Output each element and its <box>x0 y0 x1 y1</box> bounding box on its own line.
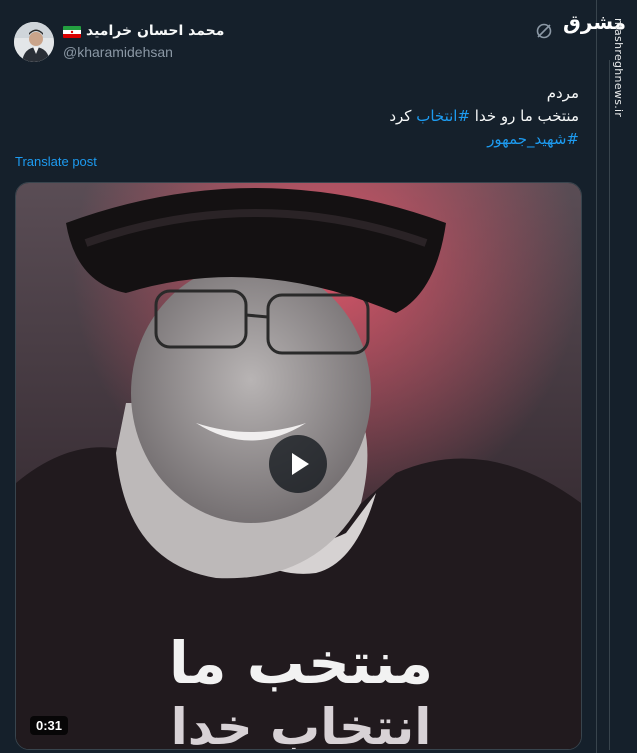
avatar-image <box>14 22 54 62</box>
tweet-text-segment: منتخب ما رو خدا <box>470 107 579 125</box>
avatar[interactable] <box>14 22 54 62</box>
tweet-frame: مشرق mashreghnews.ir محمد احسان خرامید @… <box>0 0 637 753</box>
video-player[interactable]: منتخب ما انتخاب خدا 0:31 <box>15 182 582 750</box>
tweet-text: مردم منتخب ما رو خدا #انتخاب کرد #شهید_ج… <box>39 82 579 151</box>
hashtag-link[interactable]: #انتخاب <box>416 107 470 125</box>
play-button[interactable] <box>269 435 327 493</box>
grok-icon[interactable] <box>535 22 553 40</box>
author-name[interactable]: محمد احسان خرامید <box>86 23 224 39</box>
watermark-domain: mashreghnews.ir <box>612 18 625 118</box>
iran-flag-icon <box>63 26 81 38</box>
author-handle[interactable]: @kharamidehsan <box>63 44 173 60</box>
translate-post-link[interactable]: Translate post <box>15 154 97 169</box>
tweet-text-line-2: منتخب ما رو خدا #انتخاب کرد <box>39 105 579 128</box>
tweet-text-segment: کرد <box>389 107 417 125</box>
video-duration: 0:31 <box>30 716 69 735</box>
tweet-text-line-1: مردم <box>546 84 579 102</box>
video-overlay-title: منتخب ما <box>168 629 435 697</box>
hashtag-link[interactable]: #شهید_جمهور <box>39 128 579 151</box>
play-icon <box>292 453 309 475</box>
rail-line <box>609 60 610 750</box>
video-overlay-subtitle: انتخاب خدا <box>170 698 434 750</box>
